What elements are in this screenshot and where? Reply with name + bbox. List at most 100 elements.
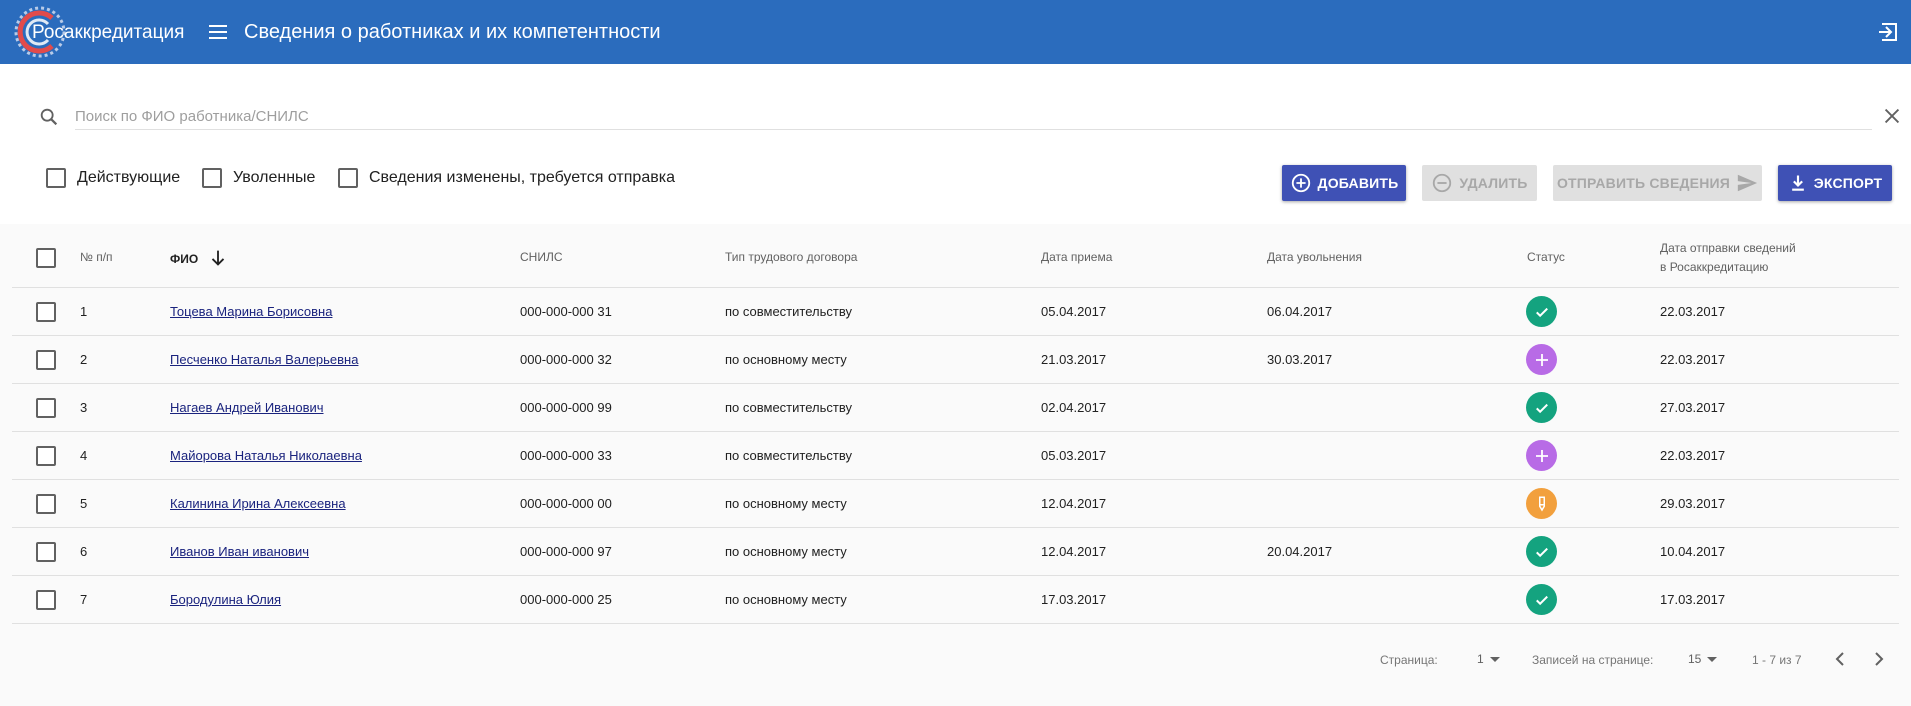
- remove-circle-icon: [1433, 173, 1452, 193]
- delete-button-label: УДАЛИТЬ: [1459, 175, 1528, 191]
- filter-dismissed[interactable]: Уволенные: [202, 166, 315, 190]
- range-text: 1 - 7 из 7: [1752, 653, 1802, 667]
- menu-icon[interactable]: [206, 20, 230, 44]
- row-contract: по совместительству: [725, 304, 852, 319]
- chevron-down-icon: [1707, 656, 1718, 662]
- column-num: № п/п: [80, 250, 113, 264]
- table-row[interactable]: 2 Песченко Наталья Валерьевна 000-000-000 …: [12, 336, 1899, 384]
- row-sent-date: 10.04.2017: [1660, 544, 1726, 559]
- brand-name: Росаккредитация: [32, 22, 185, 43]
- row-checkbox[interactable]: [36, 398, 56, 418]
- row-checkbox[interactable]: [36, 542, 56, 562]
- employee-name-link[interactable]: Майорова Наталья Николаевна: [170, 448, 362, 463]
- row-num: 6: [80, 544, 88, 559]
- row-snils: 000-000-000 97: [520, 544, 612, 559]
- row-hire-date: 05.03.2017: [1041, 448, 1107, 463]
- filter-active[interactable]: Действующие: [46, 166, 180, 190]
- row-snils: 000-000-000 25: [520, 592, 612, 607]
- page-label: Страница:: [1380, 653, 1438, 667]
- column-snils: СНИЛС: [520, 250, 563, 264]
- close-icon[interactable]: [1881, 105, 1903, 127]
- row-snils: 000-000-000 31: [520, 304, 612, 319]
- employee-name-link[interactable]: Бородулина Юлия: [170, 592, 281, 607]
- employee-name-link[interactable]: Калинина Ирина Алексеевна: [170, 496, 346, 511]
- send-button[interactable]: ОТПРАВИТЬ СВЕДЕНИЯ: [1553, 165, 1762, 201]
- table-row[interactable]: 5 Калинина Ирина Алексеевна 000-000-000 00…: [12, 480, 1899, 528]
- row-checkbox[interactable]: [36, 494, 56, 514]
- filter-dismissed-label: Уволенные: [233, 169, 316, 186]
- arrow-down-icon[interactable]: [207, 247, 229, 269]
- row-num: 1: [80, 304, 88, 319]
- chevron-left-icon[interactable]: [1828, 647, 1852, 671]
- filter-active-checkbox[interactable]: [46, 168, 66, 188]
- table-row[interactable]: 4 Майорова Наталья Николаевна 000-000-000 …: [12, 432, 1899, 480]
- table-row[interactable]: 1 Тоцева Марина Борисовна 000-000-000 31 по…: [12, 288, 1899, 336]
- employee-name-link[interactable]: Тоцева Марина Борисовна: [170, 304, 332, 319]
- search-input[interactable]: [75, 104, 1872, 130]
- per-page-label: Записей на странице:: [1532, 653, 1654, 667]
- row-num: 2: [80, 352, 88, 367]
- filter-changed[interactable]: Сведения изменены, требуется отправка: [338, 166, 675, 190]
- table-row[interactable]: 7 Бородулина Юлия 000-000-000 25 по основно…: [12, 576, 1899, 624]
- page-value: 1: [1477, 652, 1484, 666]
- row-contract: по основному месту: [725, 496, 847, 511]
- row-sent-date: 22.03.2017: [1660, 304, 1726, 319]
- filter-active-label: Действующие: [77, 169, 181, 186]
- per-page-select[interactable]: 15: [1688, 652, 1718, 666]
- row-contract: по совместительству: [725, 448, 852, 463]
- row-hire-date: 12.04.2017: [1041, 544, 1107, 559]
- employee-name-link[interactable]: Иванов Иван иванович: [170, 544, 309, 559]
- row-checkbox[interactable]: [36, 590, 56, 610]
- row-num: 5: [80, 496, 88, 511]
- row-snils: 000-000-000 33: [520, 448, 612, 463]
- app-bar: Росаккредитация Сведения о работниках и …: [0, 0, 1911, 64]
- row-fire-date: 30.03.2017: [1267, 352, 1333, 367]
- filter-dismissed-checkbox[interactable]: [202, 168, 222, 188]
- row-sent-date: 29.03.2017: [1660, 496, 1726, 511]
- page-select[interactable]: 1: [1477, 652, 1500, 666]
- export-button-label: ЭКСПОРТ: [1813, 175, 1883, 191]
- column-sent-date: Дата отправки сведений в Росаккредитацию: [1660, 239, 1796, 277]
- add-button-label: ДОБАВИТЬ: [1317, 175, 1399, 191]
- employees-table: № п/п ФИО СНИЛС Тип трудового договора Д…: [12, 224, 1899, 624]
- column-fio[interactable]: ФИО: [170, 252, 198, 266]
- export-button[interactable]: ЭКСПОРТ: [1778, 165, 1892, 201]
- logout-icon[interactable]: [1876, 20, 1900, 44]
- employee-name-link[interactable]: Песченко Наталья Валерьевна: [170, 352, 358, 367]
- row-snils: 000-000-000 32: [520, 352, 612, 367]
- check-icon: [1535, 595, 1548, 605]
- row-sent-date: 22.03.2017: [1660, 352, 1726, 367]
- row-sent-date: 17.03.2017: [1660, 592, 1726, 607]
- filter-changed-checkbox[interactable]: [338, 168, 358, 188]
- plus-icon: [1535, 353, 1548, 366]
- status-badge: [1526, 344, 1557, 375]
- row-num: 7: [80, 592, 88, 607]
- status-badge: [1526, 392, 1557, 423]
- row-hire-date: 05.04.2017: [1041, 304, 1107, 319]
- status-badge: [1526, 440, 1557, 471]
- table-row[interactable]: 3 Нагаев Андрей Иванович 000-000-000 99 по …: [12, 384, 1899, 432]
- check-icon: [1535, 547, 1548, 557]
- employee-name-link[interactable]: Нагаев Андрей Иванович: [170, 400, 324, 415]
- column-hire-date: Дата приема: [1041, 250, 1113, 264]
- row-checkbox[interactable]: [36, 446, 56, 466]
- row-checkbox[interactable]: [36, 302, 56, 322]
- select-all-checkbox[interactable]: [36, 248, 56, 268]
- per-page-value: 15: [1688, 652, 1702, 666]
- column-sent-date-line2: в Росаккредитацию: [1660, 260, 1769, 274]
- chevron-down-icon: [1489, 656, 1500, 662]
- delete-button[interactable]: УДАЛИТЬ: [1422, 165, 1537, 201]
- row-num: 3: [80, 400, 88, 415]
- row-fire-date: 06.04.2017: [1267, 304, 1333, 319]
- row-sent-date: 22.03.2017: [1660, 448, 1726, 463]
- plus-icon: [1535, 449, 1548, 462]
- row-checkbox[interactable]: [36, 350, 56, 370]
- check-icon: [1535, 403, 1548, 413]
- column-status: Статус: [1527, 250, 1565, 264]
- download-icon: [1791, 175, 1804, 191]
- status-badge: [1526, 296, 1557, 327]
- table-header: № п/п ФИО СНИЛС Тип трудового договора Д…: [12, 224, 1899, 288]
- add-button[interactable]: ДОБАВИТЬ: [1282, 165, 1406, 201]
- chevron-right-icon[interactable]: [1867, 647, 1891, 671]
- table-row[interactable]: 6 Иванов Иван иванович 000-000-000 97 по ос…: [12, 528, 1899, 576]
